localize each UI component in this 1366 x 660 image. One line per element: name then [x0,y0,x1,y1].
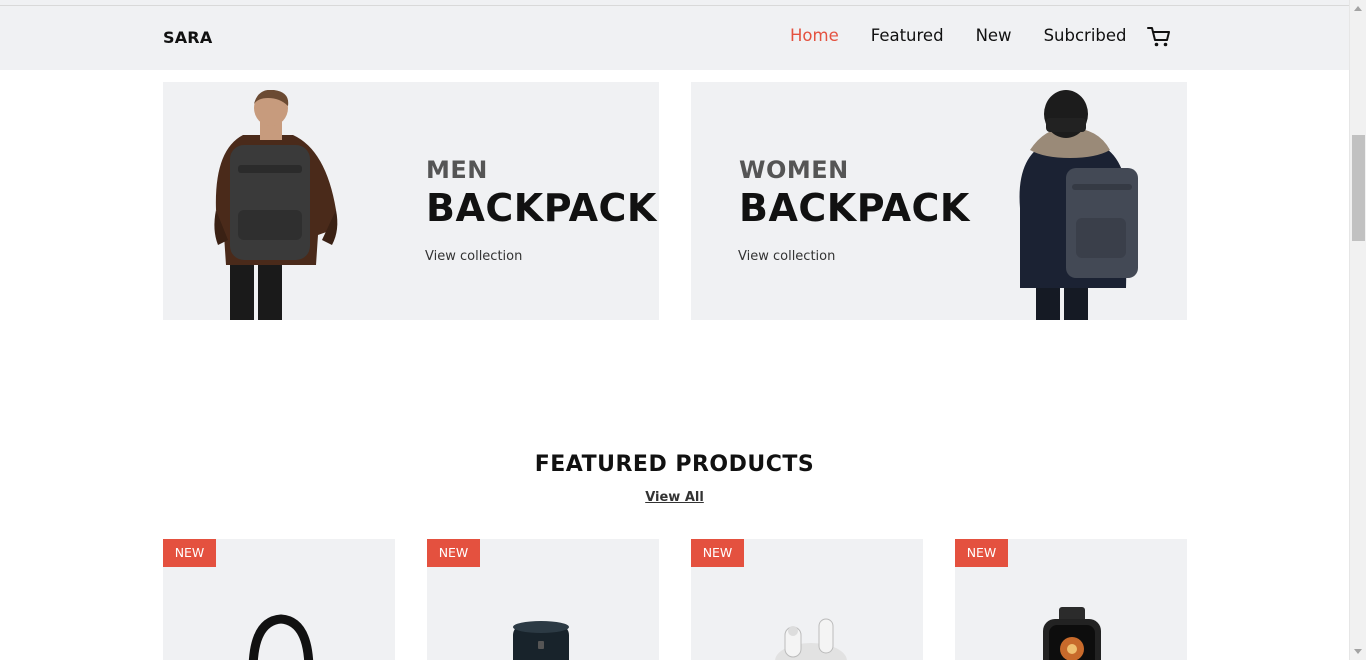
men-view-collection-link[interactable]: View collection [425,249,522,264]
men-title: BACKPACK [426,186,657,230]
new-badge: NEW [691,539,744,567]
men-backpack-banner[interactable]: MEN BACKPACK View collection [163,82,659,320]
women-eyebrow: WOMEN [739,156,849,184]
scrollbar-thumb[interactable] [1352,135,1365,241]
men-eyebrow: MEN [426,156,488,184]
scroll-up-icon[interactable] [1354,6,1362,11]
earbuds-icon [775,618,847,660]
woman-with-backpack-image [1019,90,1138,320]
speaker-icon [513,621,569,660]
women-backpack-banner[interactable]: WOMEN BACKPACK View collection [691,82,1187,320]
brand-logo[interactable]: SARA [163,28,212,47]
vertical-scrollbar[interactable] [1349,0,1366,660]
women-title: BACKPACK [739,186,970,230]
product-card[interactable]: NEW [691,539,923,660]
product-card[interactable]: NEW [955,539,1187,660]
product-card[interactable]: NEW [163,539,395,660]
new-badge: NEW [955,539,1008,567]
product-card[interactable]: NEW [427,539,659,660]
main-nav: Home Featured New Subcribed [790,26,1159,45]
man-with-backpack-image [214,90,338,320]
new-badge: NEW [427,539,480,567]
headphones-icon [248,614,314,660]
nav-featured[interactable]: Featured [871,26,944,45]
women-view-collection-link[interactable]: View collection [738,249,835,264]
scroll-down-icon[interactable] [1354,649,1362,654]
smartwatch-icon [1043,607,1101,660]
nav-home[interactable]: Home [790,26,839,45]
view-all-link[interactable]: View All [0,490,1349,505]
nav-subscribed[interactable]: Subcribed [1044,26,1127,45]
featured-products-heading: FEATURED PRODUCTS [534,452,815,477]
site-header: SARA Home Featured New Subcribed [0,6,1349,70]
new-badge: NEW [163,539,216,567]
nav-new[interactable]: New [976,26,1012,45]
cart-icon[interactable] [1146,26,1172,48]
